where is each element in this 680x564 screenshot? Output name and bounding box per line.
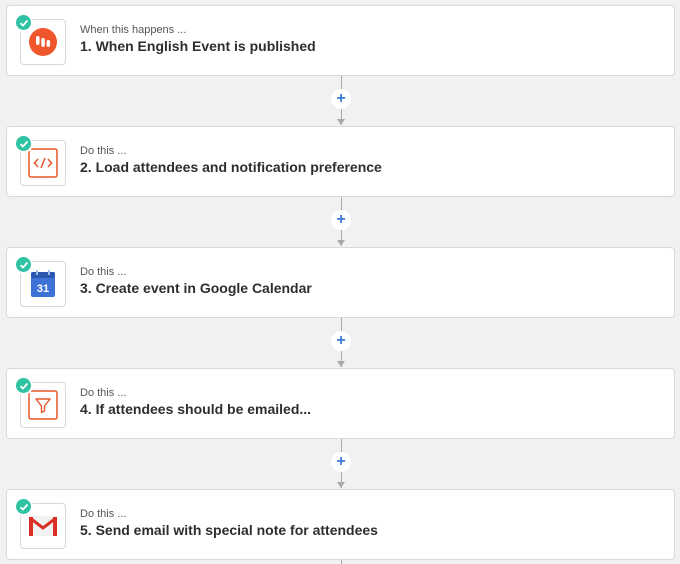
app-trigger-icon <box>29 28 57 56</box>
zap-step-4[interactable]: Do this ... 4. If attendees should be em… <box>6 368 675 439</box>
step-title: 3. Create event in Google Calendar <box>80 280 312 296</box>
zap-step-3[interactable]: 31 Do this ... 3. Create event in Google… <box>6 247 675 318</box>
check-icon <box>14 255 33 274</box>
step-subtitle: Do this ... <box>80 508 127 520</box>
zap-step-5[interactable]: Do this ... 5. Send email with special n… <box>6 489 675 560</box>
add-step-button[interactable]: + <box>331 331 351 351</box>
zap-editor-canvas: When this happens ... 1. When English Ev… <box>0 0 680 564</box>
calendar-day-text: 31 <box>37 283 49 295</box>
gmail-icon <box>29 516 57 536</box>
add-step-button[interactable]: + <box>331 89 351 109</box>
check-icon <box>14 376 33 395</box>
step-subtitle: Do this ... <box>80 266 127 278</box>
add-step-button[interactable]: + <box>331 210 351 230</box>
check-icon <box>14 134 33 153</box>
step-title: 2. Load attendees and notification prefe… <box>80 159 382 175</box>
step-subtitle: Do this ... <box>80 387 127 399</box>
step-subtitle: When this happens ... <box>80 24 187 36</box>
arrow-down-icon <box>337 361 345 367</box>
add-step-button[interactable]: + <box>331 452 351 472</box>
step-title: 1. When English Event is published <box>80 38 316 54</box>
zap-step-1[interactable]: When this happens ... 1. When English Ev… <box>6 5 675 76</box>
arrow-down-icon <box>337 119 345 125</box>
step-title: 5. Send email with special note for atte… <box>80 522 378 538</box>
filter-icon <box>28 390 58 420</box>
step-connector <box>341 560 342 564</box>
zap-step-2[interactable]: Do this ... 2. Load attendees and notifi… <box>6 126 675 197</box>
step-title: 4. If attendees should be emailed... <box>80 401 312 417</box>
arrow-down-icon <box>337 482 345 488</box>
code-icon <box>28 148 58 178</box>
check-icon <box>14 13 33 32</box>
arrow-down-icon <box>337 240 345 246</box>
step-subtitle: Do this ... <box>80 145 127 157</box>
google-calendar-icon: 31 <box>31 270 55 297</box>
check-icon <box>14 497 33 516</box>
